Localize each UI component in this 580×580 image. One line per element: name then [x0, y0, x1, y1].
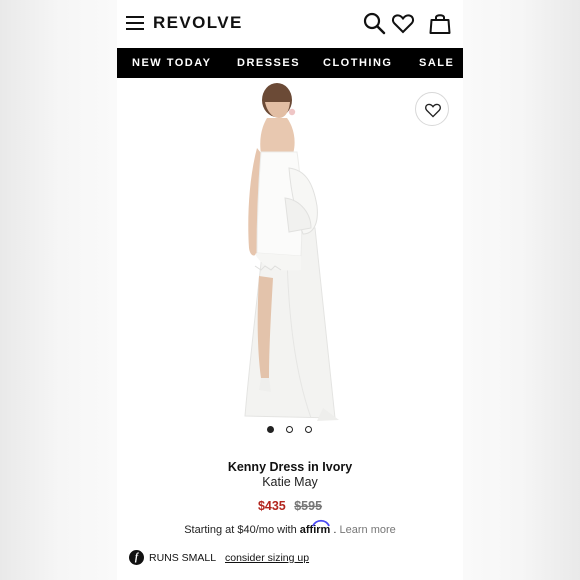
designer-link[interactable]: Katie May [117, 475, 463, 489]
top-header: REVOLVE [117, 0, 463, 47]
carousel-dot-2[interactable] [286, 426, 293, 433]
brand-logo[interactable]: REVOLVE [153, 13, 243, 33]
category-nav: NEW TODAY DRESSES CLOTHING SALE [117, 48, 463, 78]
price-row: $435 $595 [117, 499, 463, 513]
menu-icon[interactable] [126, 16, 144, 30]
fit-info-icon: f [129, 550, 144, 565]
product-title: Kenny Dress in Ivory [227, 460, 353, 474]
affirm-logo: affirm [300, 519, 334, 536]
nav-clothing[interactable]: CLOTHING [323, 57, 392, 69]
affirm-arc-icon [311, 519, 330, 527]
carousel-dot-3[interactable] [305, 426, 312, 433]
original-price: $595 [294, 499, 323, 513]
carousel-indicator [117, 424, 463, 436]
nav-dresses[interactable]: DRESSES [237, 57, 300, 69]
financing-row: Starting at $40/mo with affirm . Learn m… [117, 519, 463, 536]
phone-screen: REVOLVE NEW TODAY DRESSES CLOTHING SALE [117, 0, 463, 580]
heart-icon[interactable] [391, 11, 415, 35]
sale-price: $435 [257, 499, 286, 513]
financing-text: Starting at $40/mo with [184, 524, 297, 536]
search-icon[interactable] [362, 11, 386, 35]
carousel-dot-1[interactable] [267, 426, 274, 433]
fit-note: RUNS SMALL [149, 552, 217, 564]
product-image-carousel[interactable] [117, 78, 463, 438]
heart-outline-icon [425, 103, 441, 118]
nav-sale[interactable]: SALE [419, 57, 454, 69]
sizing-link[interactable]: consider sizing up [225, 552, 309, 564]
nav-new-today[interactable]: NEW TODAY [132, 57, 212, 69]
add-to-wishlist-button[interactable] [415, 92, 449, 126]
bag-icon[interactable] [428, 11, 452, 35]
learn-more-link[interactable]: Learn more [340, 524, 396, 536]
product-image [244, 83, 339, 421]
